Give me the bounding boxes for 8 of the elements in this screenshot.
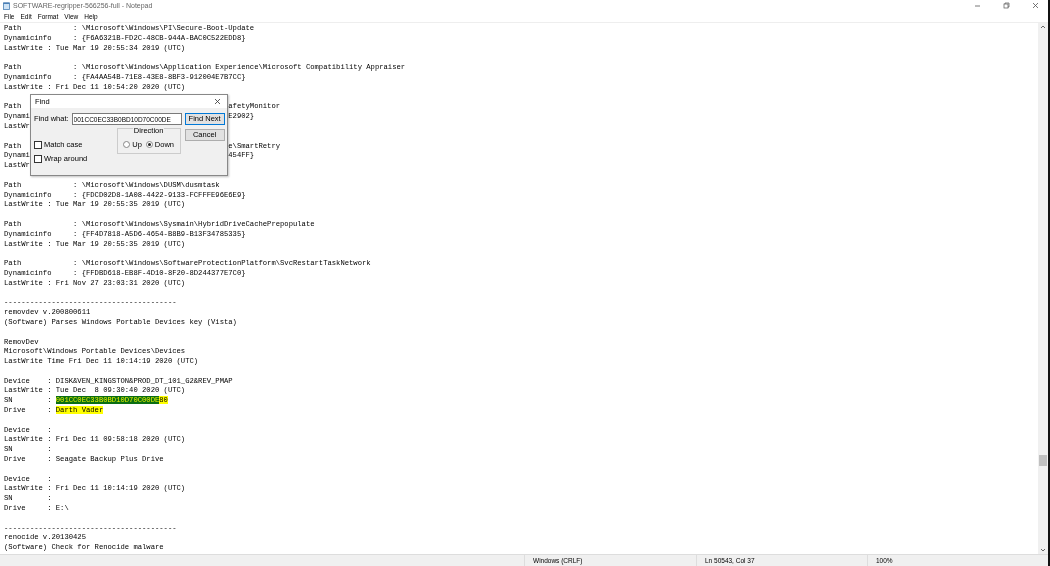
checkbox[interactable] [34, 140, 42, 149]
scrollbar[interactable] [1038, 23, 1048, 554]
radio-button[interactable] [123, 141, 131, 149]
checkbox[interactable] [34, 154, 42, 163]
radio-button[interactable] [145, 141, 153, 149]
close-icon[interactable] [214, 98, 221, 105]
notepad-icon [3, 1, 10, 10]
scroll-thumb[interactable] [1039, 455, 1047, 466]
